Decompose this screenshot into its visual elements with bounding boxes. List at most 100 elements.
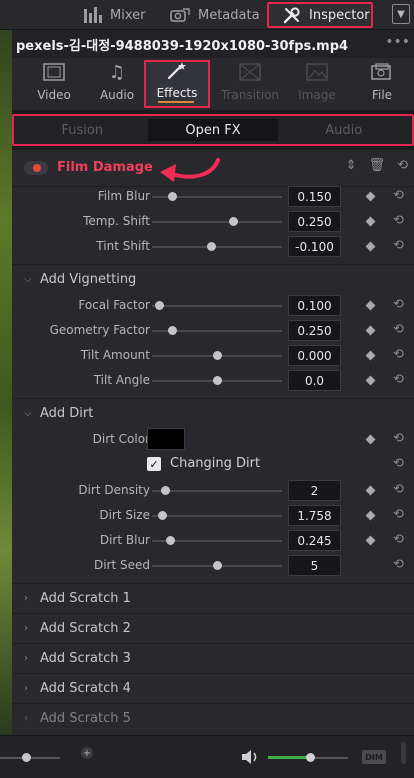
changing-dirt-checkbox[interactable]: ✓ [147, 457, 161, 471]
keyframe-icon[interactable] [365, 191, 376, 202]
keyframe-icon[interactable] [365, 216, 376, 227]
slider-knob[interactable] [206, 242, 216, 251]
param-slider[interactable] [152, 246, 282, 248]
viewer-edge [0, 0, 12, 735]
keyframe-icon[interactable] [365, 300, 376, 311]
tab-video-label: Video [37, 88, 71, 102]
tab-file[interactable]: File [350, 60, 414, 108]
param-value-field[interactable]: 1.758 [288, 505, 341, 526]
subtab-open-fx[interactable]: Open FX [147, 119, 279, 141]
keyframe-icon[interactable] [365, 485, 376, 496]
slider-knob[interactable] [228, 217, 238, 226]
keyframe-icon[interactable] [365, 350, 376, 361]
divider [12, 613, 414, 614]
param-slider[interactable] [152, 515, 282, 517]
param-value-field[interactable]: 0.0 [288, 370, 341, 391]
reset-icon[interactable]: ⟲ [393, 322, 404, 337]
tab-mixer[interactable]: Mixer [84, 2, 145, 28]
group-add-scratch-3[interactable]: › Add Scratch 3 [24, 646, 404, 670]
param-slider[interactable] [152, 305, 282, 307]
reset-icon[interactable]: ⟲ [393, 557, 404, 572]
slider-knob[interactable] [213, 351, 222, 360]
reset-icon[interactable]: ⟲ [393, 507, 404, 522]
param-row-changing-dirt: ✓ Changing Dirt ⟲ [12, 453, 414, 477]
keyframe-icon[interactable] [365, 535, 376, 546]
param-row-geometry-factor: Geometry Factor 0.250 ⟲ [12, 319, 414, 343]
dim-button[interactable]: DIM [362, 750, 386, 764]
param-slider[interactable] [152, 221, 282, 223]
volume-knob[interactable] [305, 753, 315, 762]
tab-metadata[interactable]: Metadata [170, 2, 260, 28]
slider-knob[interactable] [167, 326, 177, 335]
keyframe-icon[interactable] [365, 510, 376, 521]
tab-audio[interactable]: ♫ Audio [85, 60, 149, 108]
slider-knob[interactable] [166, 536, 176, 545]
group-add-vignetting[interactable]: ⌵ Add Vignetting [24, 267, 404, 291]
param-slider[interactable] [152, 490, 282, 492]
color-swatch[interactable] [147, 428, 185, 450]
group-add-dirt[interactable]: ⌵ Add Dirt [24, 401, 404, 425]
image-icon [306, 62, 328, 82]
reset-icon[interactable]: ⟲ [393, 347, 404, 362]
reset-icon[interactable]: ⟲ [393, 431, 404, 446]
effect-enable-toggle[interactable] [24, 161, 48, 175]
reset-icon[interactable]: ⟲ [393, 238, 404, 253]
effect-parameters-panel: Film Damage ⇕ 🗑 ⟲ Film Blur 0.150 ⟲ Temp… [12, 150, 414, 735]
slider-knob[interactable] [213, 376, 222, 385]
param-value-field[interactable]: 0.000 [288, 345, 341, 366]
group-add-scratch-5[interactable]: › Add Scratch 5 [24, 706, 404, 730]
reset-icon[interactable]: ⟲ [393, 213, 404, 228]
more-options-icon[interactable]: ••• [385, 34, 410, 50]
expand-panel-button[interactable]: ▼ [392, 4, 410, 24]
param-value-field[interactable]: 2 [288, 480, 341, 501]
param-value-field[interactable]: 0.250 [288, 320, 341, 341]
group-add-scratch-2[interactable]: › Add Scratch 2 [24, 616, 404, 640]
param-value-field[interactable]: 0.245 [288, 530, 341, 551]
reset-icon[interactable]: ⟲ [393, 456, 404, 471]
param-value-field[interactable]: 0.150 [288, 186, 341, 207]
slider-knob[interactable] [154, 301, 164, 310]
group-add-scratch-4[interactable]: › Add Scratch 4 [24, 676, 404, 700]
transition-icon [239, 62, 261, 82]
top-menu-bar: Mixer Metadata Inspector ▼ [0, 0, 414, 30]
divider [12, 398, 414, 399]
slider-knob[interactable] [167, 192, 177, 201]
tab-image-label: Image [298, 88, 336, 102]
param-value-field[interactable]: 0.100 [288, 295, 341, 316]
move-updown-icon[interactable]: ⇕ [346, 158, 357, 173]
subtab-fusion[interactable]: Fusion [17, 119, 148, 141]
speaker-icon[interactable] [240, 747, 260, 767]
scrollbar[interactable] [401, 742, 406, 764]
param-value-field[interactable]: 5 [288, 555, 341, 576]
keyframe-icon[interactable] [365, 241, 376, 252]
chevron-down-icon: ⌵ [24, 407, 32, 419]
divider [12, 673, 414, 674]
reset-icon[interactable]: ⟲ [393, 372, 404, 387]
tab-inspector[interactable]: Inspector [267, 2, 373, 28]
tab-effects[interactable]: Effects [144, 60, 210, 108]
keyframe-icon[interactable] [365, 325, 376, 336]
reset-icon[interactable]: ⟲ [393, 297, 404, 312]
reset-icon[interactable]: ⟲ [393, 188, 404, 203]
group-add-scratch-1[interactable]: › Add Scratch 1 [24, 586, 404, 610]
reset-icon[interactable]: ⟲ [393, 482, 404, 497]
slider-knob[interactable] [158, 511, 168, 520]
reset-icon[interactable]: ⟲ [393, 532, 404, 547]
keyframe-icon[interactable] [365, 375, 376, 386]
reset-all-icon[interactable]: ⟲ [397, 158, 408, 173]
slider-knob[interactable] [213, 561, 222, 570]
keyframe-icon[interactable] [365, 434, 376, 445]
zoom-slider-knob[interactable] [22, 753, 31, 762]
zoom-in-button[interactable]: + [81, 747, 93, 759]
param-row-dirt-density: Dirt Density 2 ⟲ [12, 479, 414, 503]
tab-video[interactable]: Video [22, 60, 86, 108]
subtab-audio[interactable]: Audio [278, 119, 409, 141]
param-label: Dirt Size [99, 508, 150, 522]
slider-knob[interactable] [161, 486, 170, 495]
param-label: Tint Shift [96, 239, 150, 253]
param-value-field[interactable]: 0.250 [288, 211, 341, 232]
param-label: Dirt Color [92, 432, 150, 446]
trash-icon[interactable]: 🗑 [369, 158, 386, 173]
param-value-field[interactable]: -0.100 [288, 236, 341, 257]
param-label: Tilt Amount [80, 348, 150, 362]
